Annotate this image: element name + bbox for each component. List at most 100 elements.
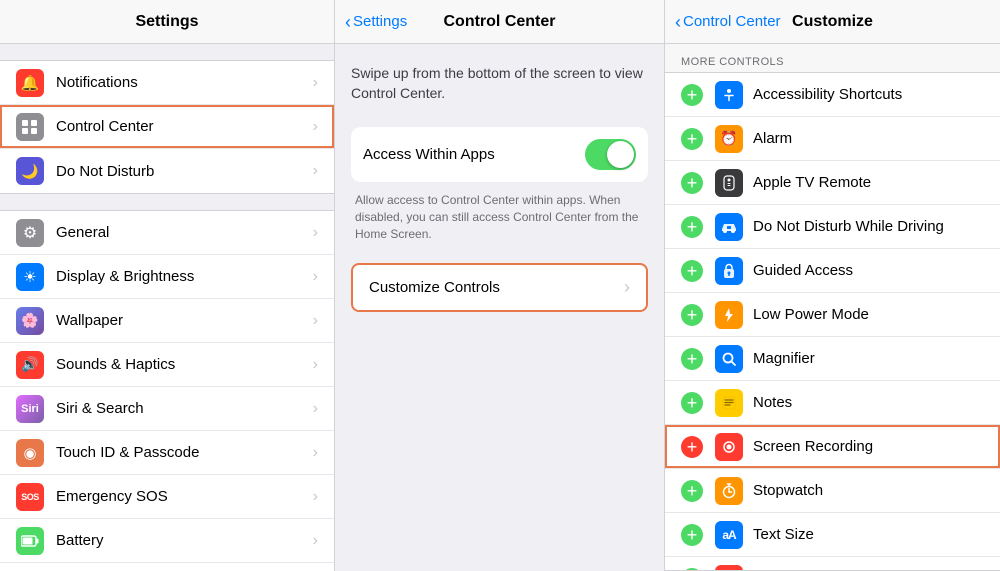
control-center-content: Swipe up from the bottom of the screen t… <box>335 44 664 571</box>
customize-item-low-power-mode[interactable]: + Low Power Mode <box>665 293 1000 337</box>
customize-item-voice-memos[interactable]: + Voice Memos <box>665 557 1000 571</box>
settings-item-wallpaper[interactable]: 🌸 Wallpaper › <box>0 299 334 343</box>
customize-controls-row[interactable]: Customize Controls › <box>351 263 648 312</box>
settings-back-button[interactable]: ‹ Settings <box>345 13 407 31</box>
emergency-sos-label: Emergency SOS <box>56 488 313 505</box>
chevron-right-icon: › <box>313 312 318 330</box>
settings-item-sounds-haptics[interactable]: 🔊 Sounds & Haptics › <box>0 343 334 387</box>
customize-item-accessibility-shortcuts[interactable]: + Accessibility Shortcuts <box>665 73 1000 117</box>
access-within-apps-label: Access Within Apps <box>363 146 585 163</box>
notes-icon <box>715 389 743 417</box>
general-icon: ⚙ <box>16 219 44 247</box>
control-center-title: Control Center <box>444 13 556 31</box>
wallpaper-icon: 🌸 <box>16 307 44 335</box>
settings-list: 🔔 Notifications › Control Center › <box>0 44 334 571</box>
screen-recording-label: Screen Recording <box>753 438 984 455</box>
display-brightness-icon: ☀ <box>16 263 44 291</box>
emergency-sos-icon: SOS <box>16 483 44 511</box>
touch-id-icon: ◉ <box>16 439 44 467</box>
add-accessibility-shortcuts-button[interactable]: + <box>681 84 703 106</box>
wallpaper-label: Wallpaper <box>56 312 313 329</box>
notifications-label: Notifications <box>56 74 313 91</box>
notifications-icon: 🔔 <box>16 69 44 97</box>
screen-recording-icon <box>715 433 743 461</box>
back-label: Control Center <box>683 13 781 30</box>
notes-label: Notes <box>753 394 984 411</box>
accessibility-shortcuts-icon <box>715 81 743 109</box>
add-guided-access-button[interactable]: + <box>681 260 703 282</box>
customize-title: Customize <box>792 13 873 31</box>
access-within-apps-toggle[interactable] <box>585 139 636 170</box>
customize-item-dnd-driving[interactable]: + Do Not Disturb While Driving <box>665 205 1000 249</box>
access-within-apps-row: Access Within Apps <box>363 127 636 182</box>
chevron-right-icon: › <box>313 488 318 506</box>
chevron-right-icon: › <box>313 224 318 242</box>
customize-panel: ‹ Control Center Customize MORE CONTROLS… <box>665 0 1000 571</box>
apple-tv-remote-icon <box>715 169 743 197</box>
alarm-label: Alarm <box>753 130 984 147</box>
chevron-right-icon: › <box>313 162 318 180</box>
back-chevron-icon: ‹ <box>675 13 681 31</box>
customize-item-stopwatch[interactable]: + Stopwatch <box>665 469 1000 513</box>
do-not-disturb-label: Do Not Disturb <box>56 163 313 180</box>
customize-item-screen-recording[interactable]: + Screen Recording <box>665 425 1000 469</box>
customize-nav-bar: ‹ Control Center Customize <box>665 0 1000 44</box>
settings-item-general[interactable]: ⚙ General › <box>0 211 334 255</box>
add-screen-recording-button[interactable]: + <box>681 436 703 458</box>
chevron-right-icon: › <box>313 118 318 136</box>
chevron-right-icon: › <box>313 444 318 462</box>
customize-item-guided-access[interactable]: + Guided Access <box>665 249 1000 293</box>
settings-item-display-brightness[interactable]: ☀ Display & Brightness › <box>0 255 334 299</box>
add-low-power-mode-button[interactable]: + <box>681 304 703 326</box>
settings-item-notifications[interactable]: 🔔 Notifications › <box>0 61 334 105</box>
add-dnd-driving-button[interactable]: + <box>681 216 703 238</box>
customize-item-notes[interactable]: + Notes <box>665 381 1000 425</box>
dnd-driving-label: Do Not Disturb While Driving <box>753 218 984 235</box>
add-apple-tv-remote-button[interactable]: + <box>681 172 703 194</box>
control-center-icon <box>16 113 44 141</box>
magnifier-icon <box>715 345 743 373</box>
customize-item-text-size[interactable]: + aA Text Size <box>665 513 1000 557</box>
settings-item-control-center[interactable]: Control Center › <box>0 105 334 149</box>
add-alarm-button[interactable]: + <box>681 128 703 150</box>
add-stopwatch-button[interactable]: + <box>681 480 703 502</box>
settings-item-siri-search[interactable]: Siri Siri & Search › <box>0 387 334 431</box>
customize-item-alarm[interactable]: + ⏰ Alarm <box>665 117 1000 161</box>
settings-panel: Settings 🔔 Notifications › <box>0 0 335 571</box>
control-center-back-button[interactable]: ‹ Control Center <box>675 13 781 31</box>
customize-chevron-icon: › <box>624 277 630 298</box>
back-label: Settings <box>353 13 407 30</box>
apple-tv-remote-label: Apple TV Remote <box>753 174 984 191</box>
add-text-size-button[interactable]: + <box>681 524 703 546</box>
customize-item-apple-tv-remote[interactable]: + Apple TV Remote <box>665 161 1000 205</box>
add-notes-button[interactable]: + <box>681 392 703 414</box>
settings-item-emergency-sos[interactable]: SOS Emergency SOS › <box>0 475 334 519</box>
settings-group-2: ⚙ General › ☀ Display & Brightness › 🌸 W… <box>0 210 334 571</box>
more-controls-header: MORE CONTROLS <box>665 44 1000 72</box>
customize-list: + Accessibility Shortcuts + ⏰ Alarm + <box>665 72 1000 571</box>
settings-nav-bar: Settings <box>0 0 334 44</box>
settings-item-do-not-disturb[interactable]: 🌙 Do Not Disturb › <box>0 149 334 193</box>
text-size-label: Text Size <box>753 526 984 543</box>
general-label: General <box>56 224 313 241</box>
add-magnifier-button[interactable]: + <box>681 348 703 370</box>
settings-item-battery[interactable]: Battery › <box>0 519 334 563</box>
control-center-panel: ‹ Settings Control Center Swipe up from … <box>335 0 665 571</box>
battery-icon <box>16 527 44 555</box>
voice-memos-icon <box>715 565 743 571</box>
settings-item-touch-id[interactable]: ◉ Touch ID & Passcode › <box>0 431 334 475</box>
chevron-right-icon: › <box>313 400 318 418</box>
control-center-nav-bar: ‹ Settings Control Center <box>335 0 664 44</box>
accessibility-shortcuts-label: Accessibility Shortcuts <box>753 86 984 103</box>
sounds-haptics-icon: 🔊 <box>16 351 44 379</box>
settings-item-privacy[interactable]: ✋ Privacy › <box>0 563 334 571</box>
sounds-haptics-label: Sounds & Haptics <box>56 356 313 373</box>
chevron-right-icon: › <box>313 356 318 374</box>
text-size-icon: aA <box>715 521 743 549</box>
add-voice-memos-button[interactable]: + <box>681 568 703 571</box>
customize-item-magnifier[interactable]: + Magnifier <box>665 337 1000 381</box>
stopwatch-label: Stopwatch <box>753 482 984 499</box>
chevron-right-icon: › <box>313 532 318 550</box>
chevron-right-icon: › <box>313 74 318 92</box>
dnd-driving-icon <box>715 213 743 241</box>
